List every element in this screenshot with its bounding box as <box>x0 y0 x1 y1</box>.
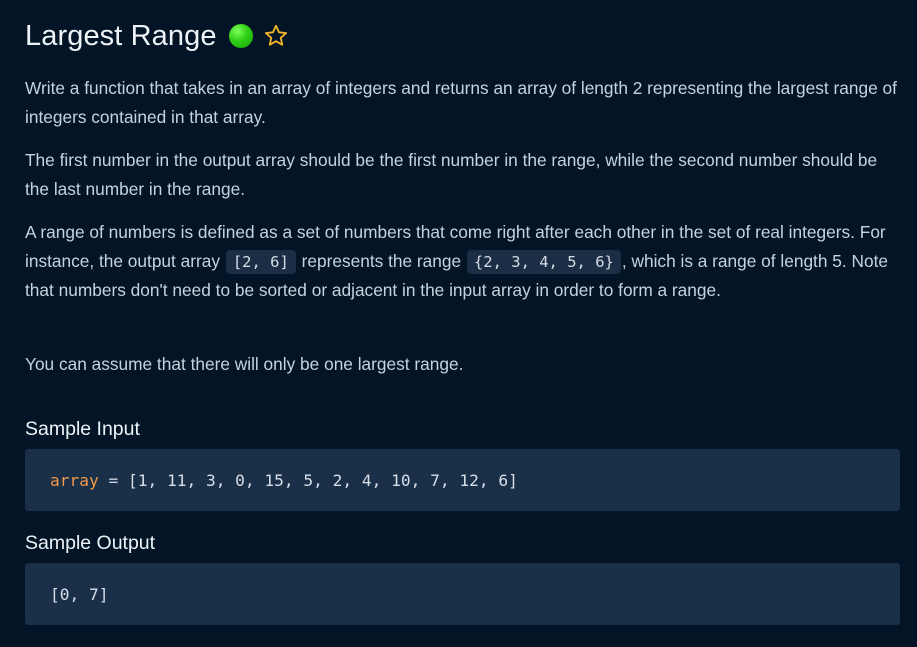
description-paragraph-1: Write a function that takes in an array … <box>25 78 897 127</box>
sample-input-heading: Sample Input <box>25 418 140 440</box>
inline-code-output-example: [2, 6] <box>225 250 296 274</box>
sample-input-code-block: array = [1, 11, 3, 0, 15, 5, 2, 4, 10, 7… <box>25 449 900 511</box>
description-paragraph-4: You can assume that there will only be o… <box>25 354 464 374</box>
problem-title: Largest Range <box>25 19 217 52</box>
difficulty-indicator-icon <box>228 24 253 48</box>
sample-output-heading: Sample Output <box>25 532 156 554</box>
inline-code-range-example: {2, 3, 4, 5, 6} <box>466 250 621 274</box>
description-paragraph-3: A range of numbers is defined as a set o… <box>25 218 897 305</box>
sample-output-code-block: [0, 7] <box>25 563 900 625</box>
code-value: [0, 7] <box>50 584 109 604</box>
title-row: Largest Range <box>25 16 289 56</box>
code-value: [1, 11, 3, 0, 15, 5, 2, 4, 10, 7, 12, 6] <box>127 470 518 490</box>
description-paragraph-2: The first number in the output array sho… <box>25 150 878 199</box>
description-text: represents the range <box>296 251 466 271</box>
code-operator: = <box>98 470 128 490</box>
code-variable: array <box>50 470 99 490</box>
star-icon[interactable] <box>263 23 289 49</box>
